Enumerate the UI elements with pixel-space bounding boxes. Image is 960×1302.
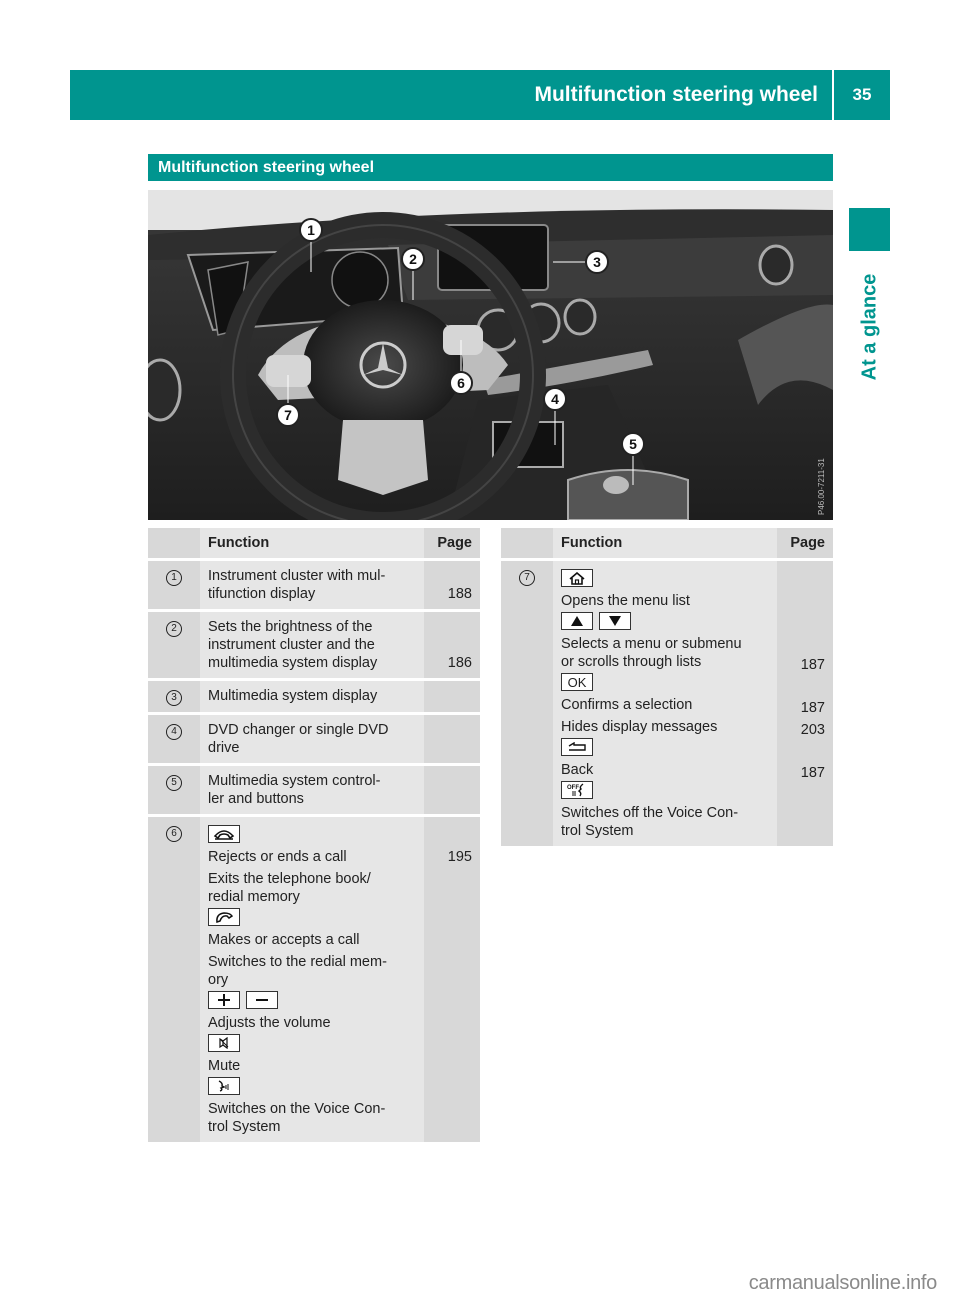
callout-number: 4 <box>166 724 182 740</box>
dashboard-photo: 1 2 3 4 5 6 7 P46.00-7211-31 <box>148 190 833 520</box>
voice-on-icon <box>208 1077 240 1095</box>
table-header-row: Function Page <box>501 528 833 561</box>
function-text: Makes or accepts a call <box>208 932 360 948</box>
svg-text:7: 7 <box>284 407 292 423</box>
phone-accept-icon <box>208 908 240 926</box>
callout-number: 1 <box>166 570 182 586</box>
side-tab-label: At a glance <box>858 273 880 381</box>
down-arrow-icon <box>599 612 631 630</box>
header-page: Page <box>424 528 480 561</box>
page-ref <box>424 766 480 817</box>
table-row: 7 Opens the menu list Selects a menu or … <box>501 561 833 846</box>
running-header: Multifunction steering wheel 35 <box>70 70 890 120</box>
svg-text:6: 6 <box>457 375 465 391</box>
function-text: redial memory <box>208 889 300 905</box>
function-text: Back <box>561 762 594 778</box>
header-function: Function <box>553 528 777 561</box>
table-header-row: Function Page <box>148 528 480 561</box>
function-text: ler and buttons <box>208 791 304 807</box>
minus-icon <box>246 991 278 1009</box>
section-title: Multifunction steering wheel <box>148 154 833 181</box>
svg-text:3: 3 <box>593 254 601 270</box>
mute-icon <box>208 1034 240 1052</box>
table-row: 2 Sets the brightness of the instrument … <box>148 612 480 681</box>
home-icon <box>561 569 593 587</box>
function-text: instrument cluster and the <box>208 637 375 653</box>
page-ref: 187 <box>800 765 825 781</box>
function-text: ory <box>208 972 229 988</box>
function-text: Sets the brightness of the <box>208 619 373 635</box>
table-row: 3 Multimedia system display <box>148 681 480 715</box>
side-tab: At a glance <box>849 262 890 392</box>
page-ref: 187 <box>800 657 825 673</box>
function-table-right: Function Page 7 Opens the menu list Sele… <box>501 528 833 846</box>
function-text: Switches off the Voice Con- <box>561 805 739 821</box>
page-ref: 203 <box>800 722 825 738</box>
svg-text:OFF: OFF <box>567 785 579 791</box>
svg-text:5: 5 <box>629 436 637 452</box>
function-text: Hides display messages <box>561 719 718 735</box>
image-code: P46.00-7211-31 <box>817 458 826 515</box>
function-text: DVD changer or single DVD <box>208 722 389 738</box>
running-title: Multifunction steering wheel <box>70 70 832 120</box>
plus-icon <box>208 991 240 1009</box>
header-page: Page <box>777 528 833 561</box>
function-text: Opens the menu list <box>561 593 690 609</box>
page-ref <box>424 715 480 766</box>
function-text: Adjusts the volume <box>208 1015 331 1031</box>
page-ref: 195 <box>447 849 472 865</box>
page-ref: 186 <box>447 655 472 671</box>
function-text: Confirms a selection <box>561 697 693 713</box>
function-text: Exits the telephone book/ <box>208 871 371 887</box>
function-text: Instrument cluster with mul- <box>208 568 386 584</box>
function-text: Rejects or ends a call <box>208 849 347 865</box>
function-text: Switches to the redial mem- <box>208 954 387 970</box>
callout-number: 5 <box>166 775 182 791</box>
function-text: trol System <box>561 823 634 839</box>
page-ref: 188 <box>447 586 472 602</box>
header-function: Function <box>200 528 424 561</box>
table-row: 4 DVD changer or single DVD drive <box>148 715 480 766</box>
callout-number: 6 <box>166 826 182 842</box>
function-text: trol System <box>208 1119 281 1135</box>
function-text: Multimedia system display <box>208 688 378 704</box>
back-icon <box>561 738 593 756</box>
table-row: 5 Multimedia system control- ler and but… <box>148 766 480 817</box>
page-ref <box>424 681 480 715</box>
callout-number: 3 <box>166 690 182 706</box>
function-table-left: Function Page 1 Instrument cluster with … <box>148 528 480 1142</box>
header-num <box>148 528 200 561</box>
svg-text:1: 1 <box>307 222 315 238</box>
up-arrow-icon <box>561 612 593 630</box>
table-row: 6 Rejects or ends a call Exits the telep… <box>148 817 480 1142</box>
function-text: tifunction display <box>208 586 316 602</box>
function-text: Multimedia system control- <box>208 773 381 789</box>
side-tab-marker <box>849 208 890 251</box>
watermark: carmanualsonline.info <box>748 1272 938 1294</box>
function-text: or scrolls through lists <box>561 654 702 670</box>
callout-number: 2 <box>166 621 182 637</box>
voice-off-icon: OFF <box>561 781 593 799</box>
callout-number: 7 <box>519 570 535 586</box>
svg-text:2: 2 <box>409 251 417 267</box>
ok-key: OK <box>561 673 593 691</box>
svg-text:4: 4 <box>551 391 559 407</box>
header-num <box>501 528 553 561</box>
dashboard-illustration: 1 2 3 4 5 6 7 P46.00-7211-31 <box>148 190 833 520</box>
function-text: multimedia system display <box>208 655 378 671</box>
page-ref: 187 <box>800 700 825 716</box>
function-text: drive <box>208 740 240 756</box>
function-text: Selects a menu or submenu <box>561 636 742 652</box>
table-row: 1 Instrument cluster with mul- tifunctio… <box>148 561 480 612</box>
end-call-icon <box>208 825 240 843</box>
function-text: Switches on the Voice Con- <box>208 1101 386 1117</box>
function-text: Mute <box>208 1058 241 1074</box>
page-number: 35 <box>834 70 890 120</box>
